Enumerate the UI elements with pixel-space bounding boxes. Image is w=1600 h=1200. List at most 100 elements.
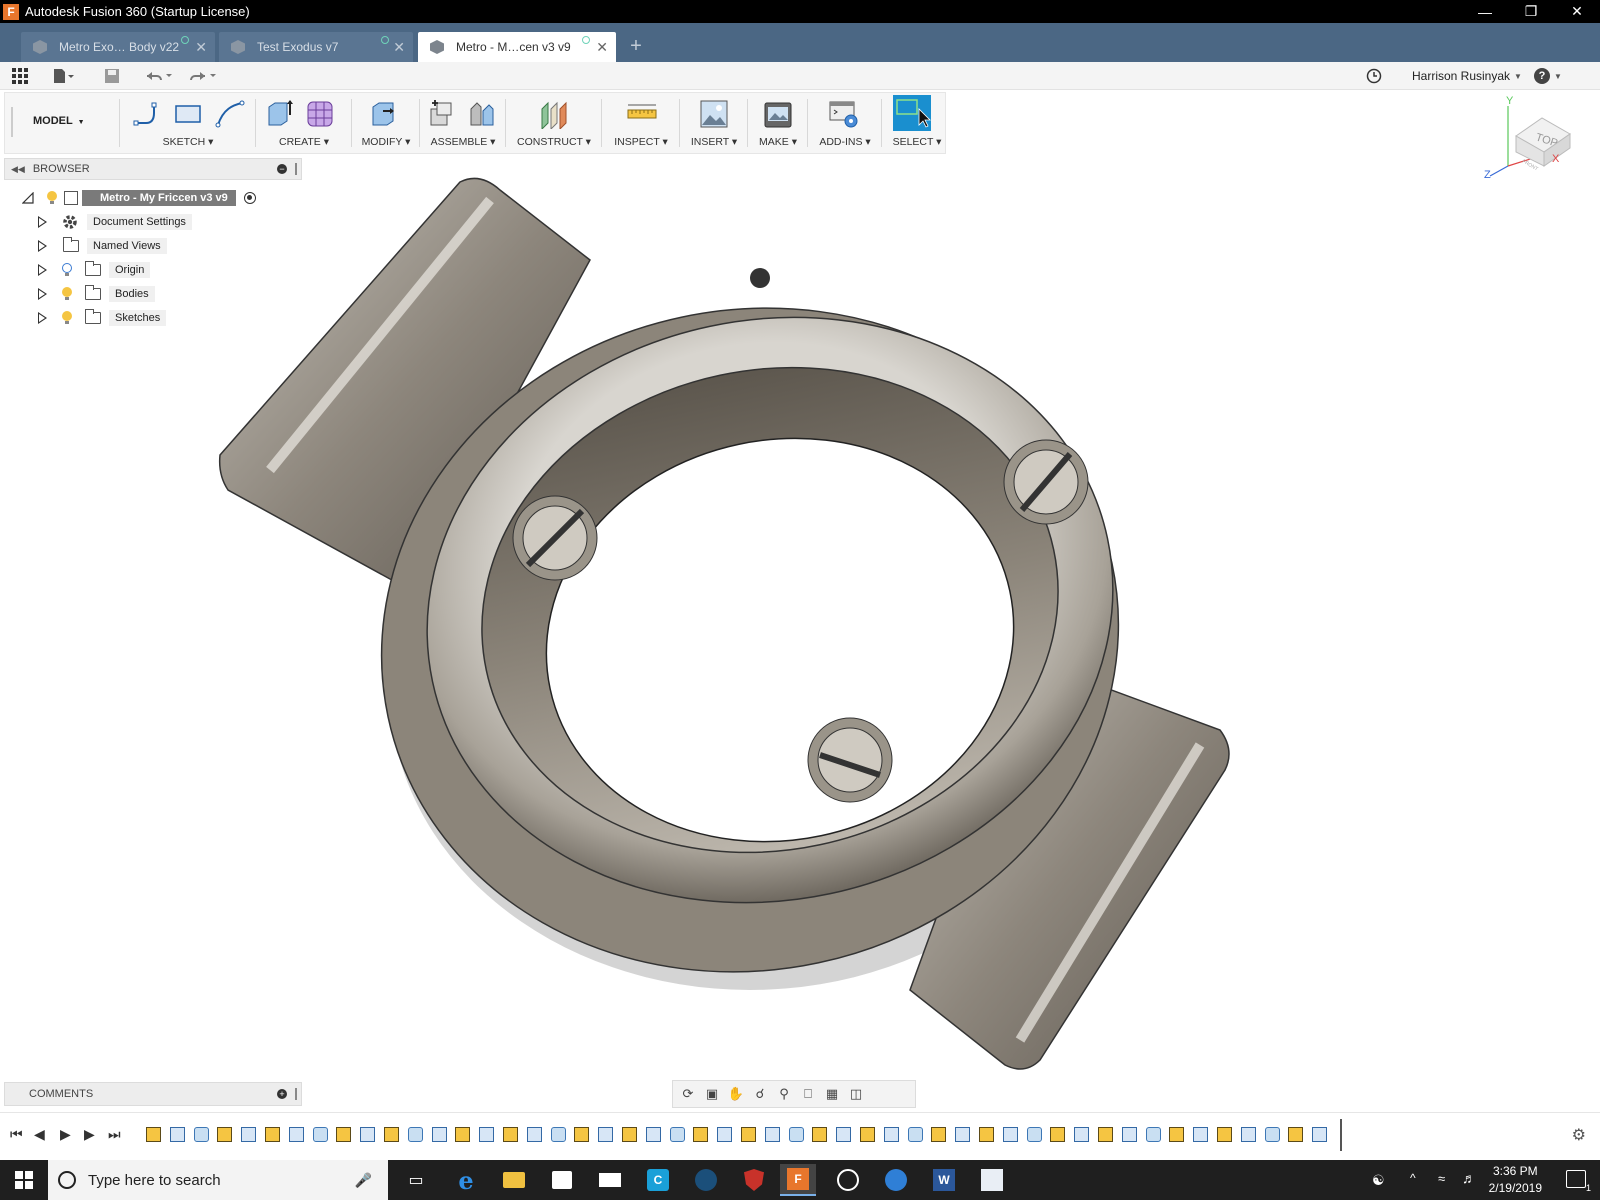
save-button[interactable] (104, 67, 120, 85)
timeline-sketch-icon[interactable] (1098, 1127, 1113, 1142)
action-center-button[interactable]: 1 (1566, 1170, 1591, 1193)
timeline-extrude-icon[interactable] (1193, 1127, 1209, 1142)
timeline-extrude-icon[interactable] (955, 1127, 971, 1142)
cortana-app-button[interactable]: C (640, 1164, 676, 1196)
volume-icon[interactable]: ♬ (1462, 1170, 1476, 1186)
timeline-extrude-icon[interactable] (717, 1127, 733, 1142)
redo-button[interactable] (188, 67, 220, 85)
timeline-extrude-icon[interactable] (526, 1127, 542, 1142)
user-menu[interactable]: Harrison Rusinyak ▼ (1412, 67, 1522, 85)
panel-grip-icon[interactable] (295, 163, 297, 175)
timeline-sketch-icon[interactable] (1217, 1127, 1232, 1142)
steam-button[interactable] (688, 1164, 724, 1196)
taskbar-search[interactable]: Type here to search 🎤 (48, 1160, 388, 1200)
viewcube[interactable]: TOP FRONT Y X Z (1480, 95, 1580, 188)
visibility-bulb-icon[interactable] (61, 287, 73, 301)
inspect-group[interactable]: INSPECT ▾ (605, 93, 677, 153)
construct-group[interactable]: CONSTRUCT ▾ (509, 93, 599, 153)
timeline-extrude-icon[interactable] (1002, 1127, 1018, 1142)
timeline-extrude-icon[interactable] (360, 1127, 376, 1142)
play-button[interactable]: ▶ (60, 1126, 71, 1143)
step-back-button[interactable]: ◀ (34, 1126, 45, 1143)
close-tab-icon[interactable]: ✕ (596, 39, 608, 56)
timeline-extrude-icon[interactable] (883, 1127, 899, 1142)
expand-triangle-icon[interactable] (38, 216, 47, 228)
pan-button[interactable]: ✋ (727, 1086, 745, 1102)
timeline-sketch-icon[interactable] (1169, 1127, 1185, 1142)
viewports-button[interactable]: ◫ (847, 1086, 865, 1102)
close-button[interactable]: ✕ (1554, 0, 1600, 23)
add-comment-icon[interactable]: + (277, 1089, 287, 1099)
timeline-extrude-icon[interactable] (1121, 1127, 1137, 1142)
timeline-fillet-icon[interactable] (907, 1127, 923, 1142)
workspace-switcher[interactable]: MODEL ▼ (33, 115, 85, 127)
timeline-sketch-icon[interactable] (1050, 1127, 1066, 1142)
word-button[interactable]: W (926, 1164, 962, 1196)
store-button[interactable] (544, 1164, 580, 1196)
tree-root[interactable]: Metro - My Friccen v3 v9 (22, 188, 256, 208)
timeline-extrude-icon[interactable] (288, 1127, 304, 1142)
comments-panel-header[interactable]: COMMENTS + (4, 1082, 302, 1106)
timeline-sketch-icon[interactable] (741, 1127, 756, 1142)
timeline-sketch-icon[interactable] (1288, 1127, 1304, 1142)
sketch-group[interactable]: SKETCH ▾ (125, 93, 251, 153)
insert-group[interactable]: INSERT ▾ (683, 93, 745, 153)
activate-radio-icon[interactable] (243, 192, 256, 204)
expanded-triangle-icon[interactable] (22, 192, 34, 204)
select-tool-button[interactable] (893, 95, 931, 131)
timeline-fillet-icon[interactable] (312, 1127, 328, 1142)
display-settings-button[interactable]: ⎕ (799, 1086, 817, 1102)
timeline-fillet-icon[interactable] (1145, 1127, 1161, 1142)
system-clock[interactable]: 3:36 PM 2/19/2019 (1489, 1163, 1542, 1197)
timeline-sketch-icon[interactable] (384, 1127, 399, 1142)
start-button[interactable] (6, 1164, 42, 1196)
zoom-button[interactable]: ☌ (751, 1086, 769, 1102)
grid-settings-button[interactable]: ▦ (823, 1086, 841, 1102)
timeline-sketch-icon[interactable] (812, 1127, 828, 1142)
collapse-left-icon[interactable]: ◀◀ (11, 164, 25, 175)
timeline-fillet-icon[interactable] (1264, 1127, 1280, 1142)
tree-item-document-settings[interactable]: Document Settings (38, 212, 192, 232)
file-menu-button[interactable] (52, 67, 74, 85)
expand-triangle-icon[interactable] (38, 264, 47, 276)
timeline-sketch-icon[interactable] (693, 1127, 709, 1142)
select-group[interactable]: SELECT ▾ (889, 93, 945, 153)
timeline-extrude-icon[interactable] (645, 1127, 661, 1142)
tree-item-bodies[interactable]: Bodies (38, 284, 155, 304)
timeline-sketch-icon[interactable] (979, 1127, 994, 1142)
edge-button[interactable]: e (448, 1164, 484, 1196)
minimize-panel-icon[interactable]: − (277, 164, 287, 174)
undo-button[interactable] (144, 67, 176, 85)
help-menu[interactable]: ? ▼ (1534, 67, 1562, 85)
people-icon[interactable]: ☯ (1372, 1172, 1385, 1189)
timeline-sketch-icon[interactable] (336, 1127, 352, 1142)
step-forward-button[interactable]: ▶ (84, 1126, 95, 1143)
timeline-fillet-icon[interactable] (550, 1127, 566, 1142)
timeline-extrude-icon[interactable] (169, 1127, 185, 1142)
timeline-extrude-icon[interactable] (1312, 1127, 1328, 1142)
timeline-marker[interactable] (1340, 1119, 1342, 1151)
add-ins-group[interactable]: ADD-INS ▾ (811, 93, 879, 153)
tab-metro-friccen[interactable]: Metro - M…cen v3 v9 ✕ (418, 32, 616, 62)
new-tab-button[interactable]: + (624, 34, 648, 58)
go-to-end-button[interactable]: ⏭ (108, 1126, 121, 1143)
toolbar-grip[interactable] (11, 107, 13, 137)
timeline-sketch-icon[interactable] (455, 1127, 471, 1142)
chevron-up-icon[interactable]: ^ (1410, 1171, 1416, 1185)
timeline-sketch-icon[interactable] (860, 1127, 875, 1142)
timeline-fillet-icon[interactable] (407, 1127, 423, 1142)
pen-app-button[interactable] (974, 1164, 1010, 1196)
timeline-fillet-icon[interactable] (669, 1127, 685, 1142)
tab-test-exodus[interactable]: Test Exodus v7 ✕ (219, 32, 413, 62)
timeline-extrude-icon[interactable] (479, 1127, 495, 1142)
fusion-taskbar-button[interactable]: F (780, 1164, 816, 1196)
look-at-button[interactable]: ▣ (703, 1086, 721, 1102)
panel-grip-icon[interactable] (295, 1088, 297, 1100)
job-status-button[interactable] (1366, 67, 1382, 85)
xbox-button[interactable] (830, 1164, 866, 1196)
modify-group[interactable]: MODIFY ▾ (355, 93, 417, 153)
timeline-sketch-icon[interactable] (503, 1127, 518, 1142)
data-panel-button[interactable] (12, 67, 28, 85)
timeline-fillet-icon[interactable] (193, 1127, 209, 1142)
make-group[interactable]: MAKE ▾ (751, 93, 805, 153)
